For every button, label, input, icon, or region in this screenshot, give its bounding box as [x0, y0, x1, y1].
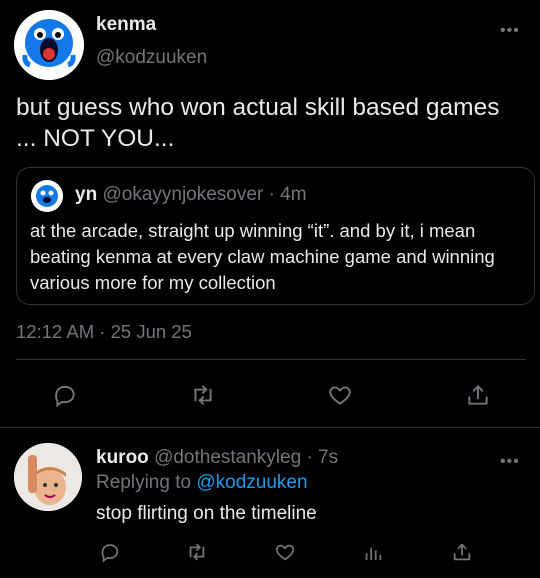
author-handle[interactable]: @kodzuuken [96, 47, 207, 69]
timestamp[interactable]: 12:12 AM · 25 Jun 25 [16, 321, 192, 343]
reply-author-handle[interactable]: @dothestankyleg [154, 447, 301, 468]
replying-to-mention[interactable]: @kodzuuken [196, 472, 307, 493]
retweet-icon[interactable] [183, 375, 223, 415]
divider [0, 427, 540, 428]
like-icon[interactable] [320, 375, 360, 415]
replying-to: Replying to @kodzuuken [96, 472, 308, 494]
reply-text: stop flirting on the timeline [96, 503, 317, 524]
tweet-text: but guess who won actual skill based gam… [16, 92, 531, 154]
author-name[interactable]: kenma [96, 14, 156, 36]
views-icon[interactable] [353, 532, 393, 572]
quote-text: at the arcade, straight up winning “it”.… [30, 220, 495, 293]
share-icon[interactable] [442, 532, 482, 572]
quoted-tweet[interactable]: yn @okayynjokesover · 4m at the arcade, … [16, 167, 535, 305]
quote-avatar [31, 180, 63, 212]
reply-header: kuroo @dothestankyleg · 7s [96, 447, 338, 469]
reply-time: · 7s [306, 447, 339, 468]
reply-avatar[interactable] [14, 443, 82, 511]
more-options-icon[interactable]: ••• [500, 22, 520, 40]
reply-icon[interactable] [45, 375, 85, 415]
avatar[interactable] [14, 10, 84, 80]
quote-time: · 4m [268, 184, 307, 205]
quote-header: yn @okayynjokesover · 4m [75, 184, 307, 206]
reply-author-name[interactable]: kuroo [96, 447, 149, 468]
share-icon[interactable] [458, 375, 498, 415]
reply-more-options-icon[interactable]: ••• [500, 453, 520, 471]
retweet-icon[interactable] [177, 532, 217, 572]
replying-to-label: Replying to [96, 472, 192, 493]
like-icon[interactable] [265, 532, 305, 572]
divider [16, 359, 526, 360]
reply-icon[interactable] [90, 532, 130, 572]
quote-author-name: yn [75, 184, 98, 205]
quote-author-handle: @okayynjokesover [102, 184, 264, 205]
tweet-text-line: but guess who won actual skill based gam… [16, 94, 500, 121]
tweet-text-line: ... NOT YOU... [16, 125, 175, 152]
